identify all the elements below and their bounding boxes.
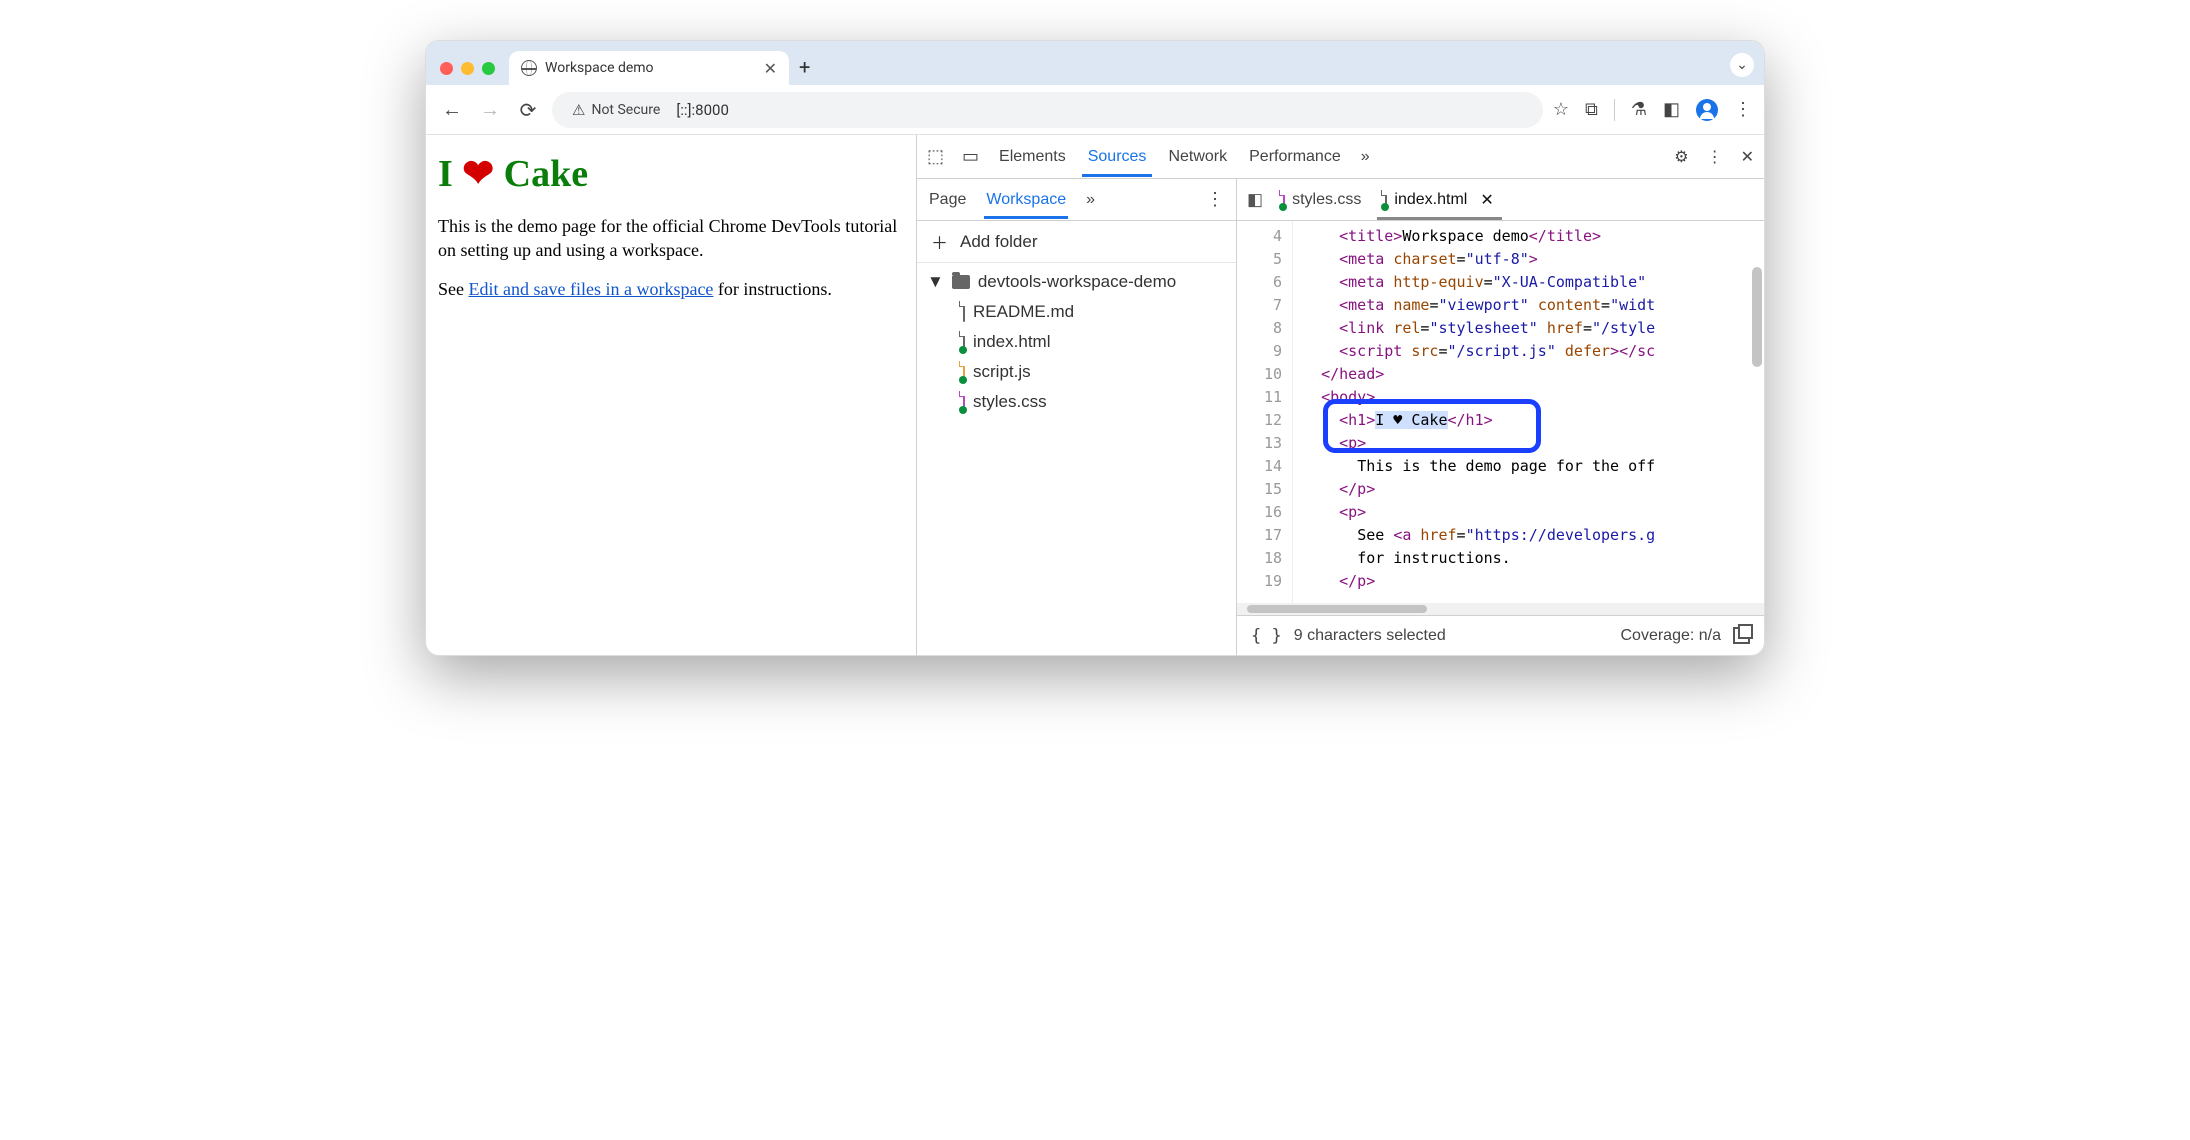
file-name: script.js: [973, 362, 1031, 382]
add-folder-button[interactable]: ＋ Add folder: [917, 221, 1236, 263]
synced-dot-icon: [959, 406, 967, 414]
file-name: README.md: [973, 302, 1074, 322]
url-text: [::]:8000: [676, 101, 729, 119]
tabs-overflow-icon[interactable]: »: [1361, 148, 1370, 166]
heart-icon: ❤: [462, 153, 494, 195]
file-icon: [963, 301, 965, 322]
sidebar-tabs-overflow[interactable]: »: [1086, 191, 1095, 209]
side-panel-icon[interactable]: ◧: [1663, 99, 1680, 120]
device-toggle-icon[interactable]: ▭: [962, 146, 979, 167]
devtools-menu-icon[interactable]: ⋮: [1707, 147, 1723, 167]
tab-sources[interactable]: Sources: [1086, 148, 1149, 166]
line-gutter: 45678910111213141516171819: [1237, 221, 1293, 603]
minimize-window-button[interactable]: [461, 62, 474, 75]
selection-status: 9 characters selected: [1294, 627, 1446, 645]
file-tree: ▼ devtools-workspace-demo README.md inde…: [917, 263, 1236, 421]
heading-text-2: Cake: [494, 153, 588, 195]
warning-icon: ⚠: [572, 101, 585, 119]
pretty-print-icon[interactable]: { }: [1251, 626, 1282, 646]
main-area: I ❤ Cake This is the demo page for the o…: [426, 135, 1764, 655]
sources-sidebar: Page Workspace » ⋮ ＋ Add folder ▼ devtoo: [917, 179, 1237, 655]
synced-dot-icon: [959, 376, 967, 384]
file-row-readme[interactable]: README.md: [917, 297, 1236, 327]
p2-suffix: for instructions.: [713, 279, 832, 299]
folder-row[interactable]: ▼ devtools-workspace-demo: [917, 267, 1236, 297]
close-window-button[interactable]: [440, 62, 453, 75]
code-area[interactable]: 45678910111213141516171819 <title>Worksp…: [1237, 221, 1764, 603]
security-label: Not Secure: [591, 102, 660, 118]
browser-tab[interactable]: Workspace demo ✕: [509, 51, 789, 85]
tab-title: Workspace demo: [545, 60, 654, 76]
globe-icon: [521, 60, 537, 76]
extensions-icon[interactable]: ⧉: [1585, 99, 1598, 120]
editor-statusbar: { } 9 characters selected Coverage: n/a: [1237, 615, 1764, 655]
devtools-panel: ⬚ ▭ Elements Sources Network Performance…: [916, 135, 1764, 655]
synced-dot-icon: [959, 346, 967, 354]
editor-tab-styles[interactable]: styles.css: [1279, 191, 1365, 209]
browser-window: Workspace demo ✕ + ⌄ ← → ⟳ ⚠ Not Secure …: [425, 40, 1765, 656]
tab-elements[interactable]: Elements: [997, 148, 1068, 166]
profile-avatar[interactable]: [1696, 99, 1718, 121]
page-heading: I ❤ Cake: [438, 151, 904, 196]
settings-gear-icon[interactable]: ⚙: [1674, 147, 1688, 167]
code-editor: ◧ styles.css index.html ✕ 45678910111213…: [1237, 179, 1764, 655]
synced-dot-icon: [1381, 203, 1389, 211]
tab-overflow-button[interactable]: ⌄: [1730, 53, 1754, 77]
paragraph-2: See Edit and save files in a workspace f…: [438, 277, 904, 301]
dock-side-icon[interactable]: [1733, 627, 1750, 644]
horizontal-scrollbar[interactable]: [1237, 603, 1764, 615]
labs-icon[interactable]: ⚗: [1631, 99, 1647, 120]
file-row-styles[interactable]: styles.css: [917, 387, 1236, 417]
sidebar-tab-page[interactable]: Page: [929, 191, 966, 209]
synced-dot-icon: [1279, 203, 1287, 211]
security-chip[interactable]: ⚠ Not Secure: [566, 99, 666, 121]
file-row-script[interactable]: script.js: [917, 357, 1236, 387]
disclosure-triangle-icon[interactable]: ▼: [927, 272, 944, 292]
address-bar[interactable]: ⚠ Not Secure [::]:8000: [552, 92, 1543, 128]
p2-prefix: See: [438, 279, 469, 299]
tab-strip: Workspace demo ✕ + ⌄: [426, 41, 1764, 85]
heading-text: I: [438, 153, 462, 195]
sources-panel: Page Workspace » ⋮ ＋ Add folder ▼ devtoo: [917, 179, 1764, 655]
workspace-link[interactable]: Edit and save files in a workspace: [469, 279, 714, 299]
sidebar-menu-icon[interactable]: ⋮: [1206, 189, 1224, 210]
reload-button[interactable]: ⟳: [514, 98, 542, 122]
sidebar-tabs: Page Workspace » ⋮: [917, 179, 1236, 221]
editor-tabs: ◧ styles.css index.html ✕: [1237, 179, 1764, 221]
kebab-menu-icon[interactable]: ⋮: [1734, 99, 1752, 120]
window-controls: [440, 62, 495, 75]
file-name: index.html: [973, 332, 1050, 352]
tab-performance[interactable]: Performance: [1247, 148, 1343, 166]
editor-tab-label: styles.css: [1292, 191, 1361, 209]
editor-tab-label: index.html: [1394, 191, 1467, 209]
inspect-icon[interactable]: ⬚: [927, 146, 944, 167]
editor-tab-index[interactable]: index.html ✕: [1381, 190, 1497, 210]
toolbar-divider: [1614, 99, 1615, 121]
close-editor-tab-icon[interactable]: ✕: [1480, 190, 1493, 210]
sidebar-tab-workspace[interactable]: Workspace: [986, 191, 1066, 209]
back-button[interactable]: ←: [438, 97, 466, 122]
forward-button[interactable]: →: [476, 97, 504, 122]
file-row-index[interactable]: index.html: [917, 327, 1236, 357]
close-tab-button[interactable]: ✕: [764, 59, 777, 78]
bookmark-icon[interactable]: ☆: [1553, 99, 1569, 120]
folder-name: devtools-workspace-demo: [978, 272, 1176, 292]
new-tab-button[interactable]: +: [799, 55, 810, 79]
folder-icon: [952, 275, 970, 289]
tab-network[interactable]: Network: [1166, 148, 1229, 166]
rendered-page: I ❤ Cake This is the demo page for the o…: [426, 135, 916, 655]
file-name: styles.css: [973, 392, 1047, 412]
scrollbar-thumb[interactable]: [1247, 605, 1427, 613]
coverage-status: Coverage: n/a: [1620, 627, 1721, 645]
paragraph-1: This is the demo page for the official C…: [438, 214, 904, 263]
plus-icon: ＋: [931, 229, 948, 254]
toggle-navigator-icon[interactable]: ◧: [1247, 190, 1263, 210]
vertical-scrollbar[interactable]: [1752, 267, 1762, 367]
add-folder-label: Add folder: [960, 232, 1038, 252]
close-devtools-icon[interactable]: ✕: [1741, 147, 1754, 167]
devtools-tabs: ⬚ ▭ Elements Sources Network Performance…: [917, 135, 1764, 179]
maximize-window-button[interactable]: [482, 62, 495, 75]
code-lines[interactable]: <title>Workspace demo</title> <meta char…: [1293, 221, 1764, 603]
browser-toolbar: ← → ⟳ ⚠ Not Secure [::]:8000 ☆ ⧉ ⚗ ◧ ⋮: [426, 85, 1764, 135]
